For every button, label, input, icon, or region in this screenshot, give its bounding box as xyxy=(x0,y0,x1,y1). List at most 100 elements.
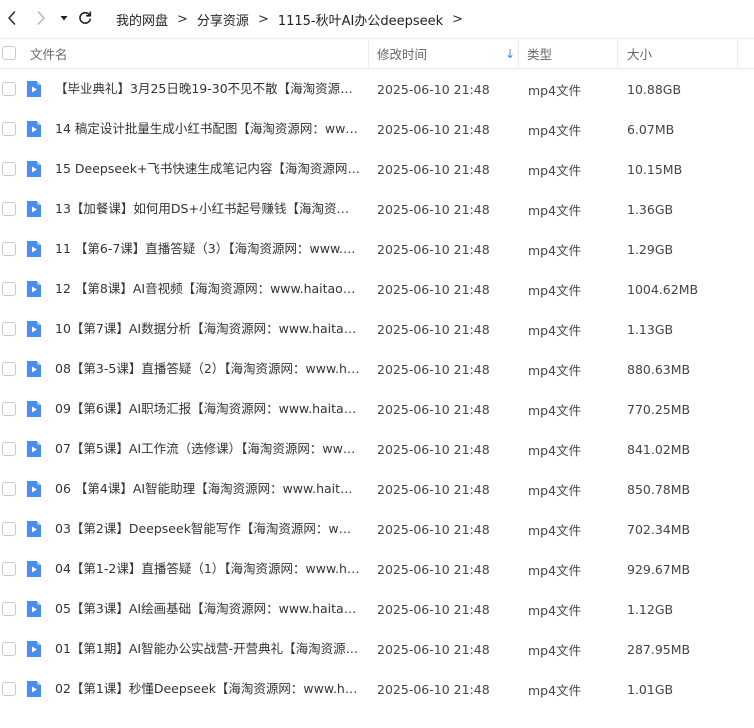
file-modified-time: 2025-06-10 21:48 xyxy=(377,161,490,177)
file-type: mp4文件 xyxy=(528,522,582,538)
file-size: 10.15MB xyxy=(627,161,683,177)
row-checkbox[interactable] xyxy=(2,562,16,576)
file-row[interactable]: 15 Deepseek+飞书快速生成笔记内容【海淘资源网：www.haitaok… xyxy=(0,149,754,189)
chevron-right-icon xyxy=(37,11,45,25)
file-name: 06 【第4课】AI智能助理【海淘资源网：www.haitaoketang.co… xyxy=(55,481,360,496)
file-modified-time: 2025-06-10 21:48 xyxy=(377,281,490,297)
video-file-icon xyxy=(27,121,41,137)
file-row[interactable]: 10【第7课】AI数据分析【海淘资源网：www.haitaoketang.com… xyxy=(0,309,754,349)
file-row[interactable]: 06 【第4课】AI智能助理【海淘资源网：www.haitaoketang.co… xyxy=(0,469,754,509)
file-row[interactable]: 【毕业典礼】3月25日晚19-30不见不散【海淘资源网：www.haitaoke… xyxy=(0,69,754,109)
video-file-icon xyxy=(27,241,41,257)
file-modified-time: 2025-06-10 21:48 xyxy=(377,641,490,657)
file-list: 【毕业典礼】3月25日晚19-30不见不散【海淘资源网：www.haitaoke… xyxy=(0,69,754,709)
breadcrumb-separator: > xyxy=(452,11,464,27)
column-divider[interactable] xyxy=(617,39,618,68)
file-name: 04【第1-2课】直播答疑（1）【海淘资源网：www.haitaoketang.… xyxy=(55,561,360,576)
row-checkbox[interactable] xyxy=(2,402,16,416)
file-row[interactable]: 05【第3课】AI绘画基础【海淘资源网：www.haitaoketang.com… xyxy=(0,589,754,629)
column-divider[interactable] xyxy=(518,39,519,68)
file-size: 1.12GB xyxy=(627,601,674,617)
breadcrumb-item-shared[interactable]: 分享资源 xyxy=(197,10,249,29)
file-row[interactable]: 14 稿定设计批量生成小红书配图【海淘资源网：www.haitaoketang.… xyxy=(0,109,754,149)
column-header-type[interactable]: 类型 xyxy=(527,39,552,68)
file-name: 15 Deepseek+飞书快速生成笔记内容【海淘资源网：www.haitaok… xyxy=(55,161,360,176)
file-row[interactable]: 09【第6课】AI职场汇报【海淘资源网：www.haitaoketang.com… xyxy=(0,389,754,429)
back-button[interactable] xyxy=(1,6,23,30)
file-row[interactable]: 07【第5课】AI工作流（选修课）【海淘资源网：www.haitaoketang… xyxy=(0,429,754,469)
row-checkbox[interactable] xyxy=(2,322,16,336)
file-type: mp4文件 xyxy=(528,442,582,458)
file-modified-time: 2025-06-10 21:48 xyxy=(377,401,490,417)
column-header-modified[interactable]: 修改时间 xyxy=(377,39,427,68)
select-all-checkbox[interactable] xyxy=(2,46,16,60)
refresh-button[interactable] xyxy=(74,6,96,30)
row-checkbox[interactable] xyxy=(2,242,16,256)
file-size: 287.95MB xyxy=(627,641,691,657)
file-name: 【毕业典礼】3月25日晚19-30不见不散【海淘资源网：www.haitaoke… xyxy=(55,81,360,96)
file-name: 02【第1课】秒懂Deepseek【海淘资源网：www.haitaoketang… xyxy=(55,681,360,696)
file-row[interactable]: 01【第1期】AI智能办公实战营-开营典礼【海淘资源网：www.haitaoke… xyxy=(0,629,754,669)
file-size: 1.13GB xyxy=(627,321,674,337)
file-name: 11 【第6-7课】直播答疑（3）【海淘资源网：www.haitaoketang… xyxy=(55,241,360,256)
column-divider[interactable] xyxy=(368,39,369,68)
file-row[interactable]: 02【第1课】秒懂Deepseek【海淘资源网：www.haitaoketang… xyxy=(0,669,754,709)
file-size: 10.88GB xyxy=(627,81,682,97)
column-header-size[interactable]: 大小 xyxy=(627,39,652,68)
forward-button[interactable] xyxy=(30,6,52,30)
file-name: 01【第1期】AI智能办公实战营-开营典礼【海淘资源网：www.haitaoke… xyxy=(55,641,360,656)
file-row[interactable]: 13【加餐课】如何用DS+小红书起号赚钱【海淘资源网：www.haitaoket… xyxy=(0,189,754,229)
file-row[interactable]: 08【第3-5课】直播答疑（2）【海淘资源网：www.haitaoketang.… xyxy=(0,349,754,389)
breadcrumb-item-current-folder[interactable]: 1115-秋叶AI办公deepseek xyxy=(278,10,443,29)
row-checkbox[interactable] xyxy=(2,522,16,536)
file-row[interactable]: 12 【第8课】AI音视频【海淘资源网：www.haitaoketang.com… xyxy=(0,269,754,309)
file-modified-time: 2025-06-10 21:48 xyxy=(377,201,490,217)
file-name: 10【第7课】AI数据分析【海淘资源网：www.haitaoketang.com… xyxy=(55,321,360,336)
file-size: 770.25MB xyxy=(627,401,691,417)
column-header-name[interactable]: 文件名 xyxy=(30,39,68,68)
file-name: 09【第6课】AI职场汇报【海淘资源网：www.haitaoketang.com… xyxy=(55,401,360,416)
row-checkbox[interactable] xyxy=(2,642,16,656)
file-size: 1004.62MB xyxy=(627,281,699,297)
file-modified-time: 2025-06-10 21:48 xyxy=(377,361,490,377)
row-checkbox[interactable] xyxy=(2,162,16,176)
row-checkbox[interactable] xyxy=(2,282,16,296)
row-checkbox[interactable] xyxy=(2,202,16,216)
file-type: mp4文件 xyxy=(528,362,582,378)
navigation-bar: 我的网盘 > 分享资源 > 1115-秋叶AI办公deepseek > xyxy=(0,0,754,38)
file-modified-time: 2025-06-10 21:48 xyxy=(377,241,490,257)
file-modified-time: 2025-06-10 21:48 xyxy=(377,481,490,497)
file-modified-time: 2025-06-10 21:48 xyxy=(377,521,490,537)
row-checkbox[interactable] xyxy=(2,362,16,376)
file-modified-time: 2025-06-10 21:48 xyxy=(377,81,490,97)
sort-descending-icon[interactable]: ↓ xyxy=(505,39,515,68)
file-type: mp4文件 xyxy=(528,642,582,658)
breadcrumb-item-my-drive[interactable]: 我的网盘 xyxy=(116,10,168,29)
video-file-icon xyxy=(27,641,41,657)
breadcrumb-separator: > xyxy=(177,11,188,27)
file-type: mp4文件 xyxy=(528,282,582,298)
history-dropdown-button[interactable] xyxy=(53,6,75,30)
breadcrumb-separator: > xyxy=(257,11,269,27)
file-modified-time: 2025-06-10 21:48 xyxy=(377,681,490,697)
file-name: 12 【第8课】AI音视频【海淘资源网：www.haitaoketang.com… xyxy=(55,281,360,296)
file-row[interactable]: 03【第2课】Deepseek智能写作【海淘资源网：www.haitaoketa… xyxy=(0,509,754,549)
video-file-icon xyxy=(27,81,41,97)
file-size: 880.63MB xyxy=(627,361,691,377)
row-checkbox[interactable] xyxy=(2,682,16,696)
file-size: 850.78MB xyxy=(627,481,691,497)
file-name: 08【第3-5课】直播答疑（2）【海淘资源网：www.haitaoketang.… xyxy=(55,361,360,376)
file-row[interactable]: 11 【第6-7课】直播答疑（3）【海淘资源网：www.haitaoketang… xyxy=(0,229,754,269)
row-checkbox[interactable] xyxy=(2,122,16,136)
file-row[interactable]: 04【第1-2课】直播答疑（1）【海淘资源网：www.haitaoketang.… xyxy=(0,549,754,589)
file-size: 1.29GB xyxy=(627,241,674,257)
column-divider[interactable] xyxy=(737,39,738,68)
row-checkbox[interactable] xyxy=(2,82,16,96)
video-file-icon xyxy=(27,161,41,177)
file-type: mp4文件 xyxy=(528,122,582,138)
video-file-icon xyxy=(27,321,41,337)
video-file-icon xyxy=(27,561,41,577)
row-checkbox[interactable] xyxy=(2,482,16,496)
row-checkbox[interactable] xyxy=(2,442,16,456)
row-checkbox[interactable] xyxy=(2,602,16,616)
